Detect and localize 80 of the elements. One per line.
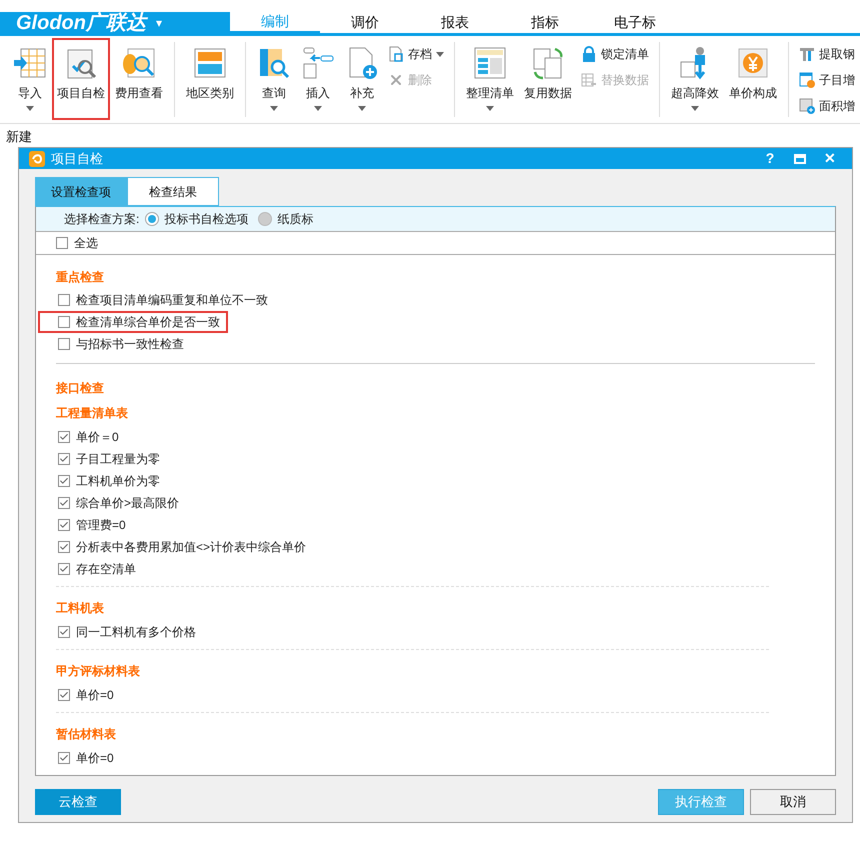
check-item-label: 分析表中各费用累加值<>计价表中综合单价 <box>76 539 306 556</box>
ribbon-small-button[interactable]: 锁定清单 <box>581 44 649 64</box>
delete-icon <box>388 72 404 88</box>
insert-row-icon <box>301 46 335 80</box>
menu-tab[interactable]: 调价 <box>320 12 410 33</box>
group-title: 工程量清单表 <box>56 405 129 422</box>
table-arrow-icon <box>581 72 597 88</box>
new-menu[interactable]: 新建 <box>6 126 32 146</box>
checkbox[interactable] <box>58 316 70 328</box>
panels-icon <box>193 46 227 80</box>
check-item-label: 管理费=0 <box>76 517 126 534</box>
check-item-label: 单价＝0 <box>76 429 119 446</box>
scheme-label: 选择检查方案: <box>64 210 140 228</box>
app-icon <box>29 150 45 166</box>
checkbox[interactable] <box>58 563 70 575</box>
ribbon-button[interactable]: 地区类别 <box>181 42 239 123</box>
ribbon-button[interactable]: 整理清单 <box>461 42 519 123</box>
check-item-label: 同一工料机有多个价格 <box>76 624 196 641</box>
menu-tab[interactable]: 指标 <box>500 12 590 33</box>
check-item-label: 检查项目清单编码重复和单位不一致 <box>76 292 268 309</box>
group-title: 甲方评标材料表 <box>56 663 141 680</box>
radio-button[interactable] <box>258 212 272 226</box>
table-list-icon <box>473 46 507 80</box>
checkbox[interactable] <box>58 338 70 350</box>
check-item-label: 与招标书一致性检查 <box>76 336 184 353</box>
check-item-label: 综合单价>最高限价 <box>76 495 180 512</box>
checkbox[interactable] <box>58 626 70 638</box>
checkbox[interactable] <box>58 475 70 487</box>
ribbon-button[interactable]: 查询 <box>252 42 296 123</box>
checkbox[interactable] <box>58 519 70 531</box>
check-item-label: 单价=0 <box>76 750 114 767</box>
section-title: 重点检查 <box>56 269 105 286</box>
ribbon-button[interactable]: 项目自检 <box>52 38 110 120</box>
yen-coin-icon <box>736 46 770 80</box>
checkbox[interactable] <box>58 294 70 306</box>
book-magnifier-icon <box>257 46 291 80</box>
check-item-label: 存在空清单 <box>76 561 136 578</box>
group-title: 工料机表 <box>56 600 105 617</box>
menu-tab[interactable]: 报表 <box>410 12 500 33</box>
ribbon-button[interactable]: 单价构成 <box>724 42 782 123</box>
logo: Glodon广联达 <box>16 12 146 32</box>
dialog-tab[interactable]: 设置检查项 <box>35 177 127 206</box>
ribbon-button[interactable]: 费用查看 <box>110 42 168 123</box>
checkbox[interactable] <box>58 497 70 509</box>
select-all-label: 全选 <box>74 234 98 252</box>
grid-plus-icon <box>799 98 815 114</box>
checkbox[interactable] <box>58 541 70 553</box>
radio-label: 投标书自检选项 <box>164 210 248 228</box>
radio-button[interactable] <box>145 212 160 226</box>
ribbon-button[interactable]: 插入 <box>296 42 340 123</box>
checkbox[interactable] <box>56 236 68 249</box>
radio-label: 纸质标 <box>277 210 314 228</box>
checkbox[interactable] <box>58 689 70 701</box>
table-yen-icon <box>799 72 815 88</box>
pillar-icon <box>799 46 815 62</box>
check-item-label: 单价=0 <box>76 687 114 704</box>
check-item-label: 子目工程量为零 <box>76 451 160 468</box>
dialog-tab[interactable]: 检查结果 <box>127 177 219 206</box>
check-item-label: 检查清单综合单价是否一致 <box>76 314 220 331</box>
tables-arrows-icon <box>531 46 565 80</box>
checkbox[interactable] <box>58 752 70 764</box>
grid-arrow-icon <box>13 46 47 80</box>
ribbon-small-button[interactable]: 存档 <box>388 44 444 64</box>
group-title: 暂估材料表 <box>56 726 117 743</box>
ribbon-button[interactable]: 补充 <box>340 42 384 123</box>
ribbon-button[interactable]: 导入 <box>8 42 52 123</box>
ribbon-small-button[interactable]: 子目增 <box>799 70 855 90</box>
menu-tab[interactable]: 电子标 <box>590 12 680 33</box>
checkbox[interactable] <box>58 431 70 443</box>
ribbon-small-button[interactable]: 面积增 <box>799 96 855 116</box>
ribbon-small-button[interactable]: 提取钢 <box>799 44 855 64</box>
lock-icon <box>581 46 597 62</box>
ribbon-button[interactable]: 超高降效 <box>666 42 724 123</box>
dialog-title: 项目自检 <box>51 150 103 168</box>
section-title: 接口检查 <box>56 380 105 397</box>
ribbon-button[interactable]: 复用数据 <box>519 42 577 123</box>
check-item-label: 工料机单价为零 <box>76 473 160 490</box>
coins-magnifier-icon <box>122 46 156 80</box>
checkbox[interactable] <box>58 453 70 465</box>
dialog-button[interactable]: 取消 <box>750 789 836 815</box>
